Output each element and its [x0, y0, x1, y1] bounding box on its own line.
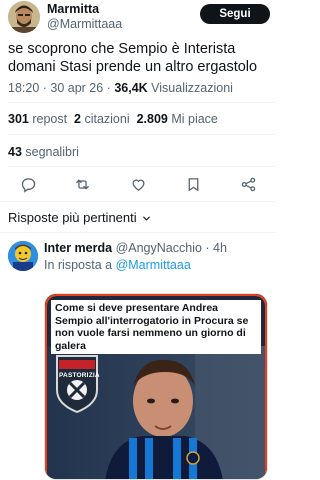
divider: [0, 232, 276, 233]
media-caption: Come si deve presentare Andrea Sempio al…: [51, 300, 261, 354]
reply-media-image[interactable]: PASTORIZIA Come si deve presentare Andre…: [44, 293, 268, 480]
bookmarks-label: segnalibri: [21, 145, 79, 159]
reposts-label: repost: [28, 112, 68, 126]
reply-handle[interactable]: @AngyNacchio: [116, 241, 202, 255]
in-reply-to-prefix: In risposta a: [44, 258, 116, 272]
divider: [8, 102, 276, 103]
quotes-count: 2: [74, 112, 81, 126]
replies-sort-selector[interactable]: Risposte più pertinenti: [8, 210, 152, 226]
reposts-count: 301: [8, 112, 29, 126]
chevron-down-icon: [142, 216, 150, 220]
bookmarks-count: 43: [8, 145, 22, 159]
post-text: se scoprono che Sempio è Interista doman…: [8, 41, 258, 75]
quotes-label: citazioni: [80, 112, 130, 126]
likes-stat[interactable]: 2.809 Mi piace: [137, 112, 218, 126]
author-info[interactable]: Marmitta @Marmittaaa: [47, 2, 122, 32]
in-reply-to-mention[interactable]: @Marmittaaa: [116, 258, 191, 272]
views-count: 36,4K: [114, 81, 148, 95]
reply-avatar[interactable]: [8, 241, 38, 271]
repost-icon[interactable]: [72, 174, 92, 194]
post-meta: 18:20 · 30 apr 26 · 36,4K Visualizzazion…: [8, 80, 270, 96]
replies-sort-label: Risposte più pertinenti: [8, 210, 137, 225]
share-icon[interactable]: [238, 174, 258, 194]
reply-icon[interactable]: [18, 174, 38, 194]
divider: [8, 166, 276, 167]
action-bar: [0, 174, 276, 196]
reply-header: Inter merda @AngyNacchio · 4h: [44, 240, 227, 256]
divider: [8, 134, 276, 135]
likes-count: 2.809: [136, 112, 168, 126]
divider: [0, 201, 276, 202]
author-avatar[interactable]: [8, 1, 40, 33]
reply-display-name[interactable]: Inter merda: [44, 241, 112, 255]
reply-time[interactable]: · 4h: [202, 241, 227, 255]
views-label: Visualizzazioni: [147, 81, 233, 95]
quotes-stat[interactable]: 2 citazioni: [74, 112, 130, 126]
like-icon[interactable]: [128, 174, 148, 194]
bookmark-icon[interactable]: [183, 174, 203, 194]
bookmarks-stat[interactable]: 43 segnalibri: [8, 144, 79, 160]
author-handle[interactable]: @Marmittaaa: [47, 17, 122, 32]
engagement-stats: 301 repost 2 citazioni 2.809 Mi piace: [8, 111, 218, 127]
follow-button[interactable]: Segui: [200, 4, 270, 24]
reposts-stat[interactable]: 301 repost: [8, 112, 67, 126]
reply-item[interactable]: Inter merda @AngyNacchio · 4h In rispost…: [0, 235, 276, 480]
post-header: Marmitta @Marmittaaa Segui: [8, 1, 270, 35]
post-timestamp[interactable]: 18:20 · 30 apr 26 ·: [8, 81, 114, 95]
likes-label: Mi piace: [167, 112, 218, 126]
author-display-name[interactable]: Marmitta: [47, 2, 122, 17]
in-reply-to: In risposta a @Marmittaaa: [44, 257, 191, 273]
